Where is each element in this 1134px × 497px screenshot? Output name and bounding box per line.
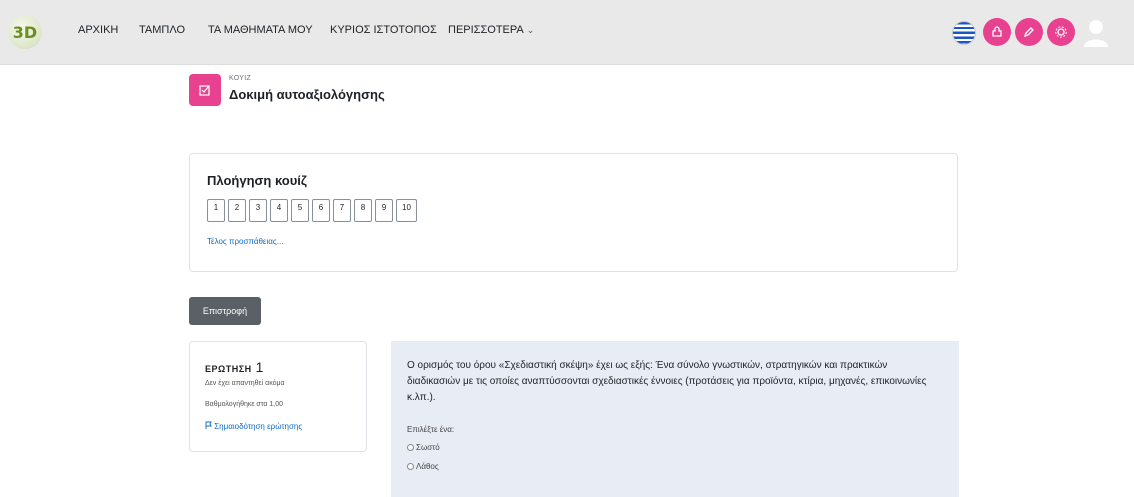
nav-item-more[interactable]: ΠΕΡΙΣΣΟΤΕΡΑ ⌄ — [448, 24, 534, 36]
question-state: Δεν έχει απαντηθεί ακόμα — [205, 380, 285, 387]
nav-item-dashboard[interactable]: ΤΑΜΠΛΟ — [139, 24, 185, 36]
radio-true[interactable] — [407, 444, 414, 451]
nav-item-main-site[interactable]: ΚΥΡΙΟΣ ΙΣΤΟΤΟΠΟΣ — [330, 24, 437, 36]
question-info-box: ΕΡΩΤΗΣΗ 1 Δεν έχει απαντηθεί ακόμα Βαθμολ… — [189, 341, 367, 452]
question-button-3[interactable]: 3 — [249, 199, 267, 222]
site-logo[interactable]: 3D — [8, 15, 42, 49]
question-number: ΕΡΩΤΗΣΗ 1 — [205, 359, 264, 375]
answer-option-false-label: Λάθος — [416, 462, 439, 471]
question-button-9[interactable]: 9 — [375, 199, 393, 222]
answer-option-true[interactable]: Σωστό — [407, 443, 440, 452]
quiz-navigation-block: Πλοήγηση κουίζ 1 2 3 4 5 6 7 8 9 10 Τέλο… — [189, 153, 958, 272]
question-button-6[interactable]: 6 — [312, 199, 330, 222]
question-button-5[interactable]: 5 — [291, 199, 309, 222]
question-text: Ο ορισμός του όρου «Σχεδιαστική σκέψη» έ… — [407, 360, 927, 403]
flag-question-label: Σημαιοδότηση ερώτησης — [214, 422, 303, 431]
activity-type-label: ΚΟΥΙΖ — [229, 75, 252, 82]
nav-item-my-courses[interactable]: ΤΑ ΜΑΘΗΜΑΤΑ ΜΟΥ — [208, 24, 313, 36]
flag-icon — [205, 421, 212, 429]
question-button-4[interactable]: 4 — [270, 199, 288, 222]
question-label: ΕΡΩΤΗΣΗ — [205, 364, 252, 374]
page-title: Δοκιμή αυτοαξιολόγησης — [229, 87, 385, 102]
flag-greece-icon[interactable] — [952, 21, 976, 45]
radio-false[interactable] — [407, 463, 414, 470]
plugin-icon[interactable] — [983, 18, 1011, 46]
answer-option-true-label: Σωστό — [416, 443, 440, 452]
edit-icon[interactable] — [1015, 18, 1043, 46]
question-button-7[interactable]: 7 — [333, 199, 351, 222]
logo-text: 3D — [12, 22, 38, 42]
question-content: Ο ορισμός του όρου «Σχεδιαστική σκέψη» έ… — [391, 341, 959, 497]
quiz-navigation-title: Πλοήγηση κουίζ — [207, 173, 307, 188]
answer-prompt: Επιλέξτε ένα: — [407, 425, 455, 434]
answer-option-false[interactable]: Λάθος — [407, 462, 439, 471]
chevron-down-icon: ⌄ — [526, 25, 535, 35]
user-avatar-icon[interactable] — [1081, 17, 1111, 47]
back-button[interactable]: Επιστροφή — [189, 297, 261, 325]
nav-item-more-label: ΠΕΡΙΣΣΟΤΕΡΑ — [448, 24, 524, 36]
question-number-value: 1 — [255, 359, 264, 375]
question-buttons: 1 2 3 4 5 6 7 8 9 10 — [207, 199, 417, 222]
question-button-2[interactable]: 2 — [228, 199, 246, 222]
settings-icon[interactable] — [1047, 18, 1075, 46]
question-button-10[interactable]: 10 — [396, 199, 417, 222]
question-button-1[interactable]: 1 — [207, 199, 225, 222]
quiz-icon — [189, 74, 221, 106]
flag-question-link[interactable]: Σημαιοδότηση ερώτησης — [205, 421, 302, 431]
question-grade: Βαθμολογήθηκε στα 1,00 — [205, 401, 284, 408]
question-button-8[interactable]: 8 — [354, 199, 372, 222]
nav-item-home[interactable]: ΑΡΧΙΚΗ — [78, 24, 118, 36]
top-navbar: 3D ΑΡΧΙΚΗ ΤΑΜΠΛΟ ΤΑ ΜΑΘΗΜΑΤΑ ΜΟΥ ΚΥΡΙΟΣ … — [0, 0, 1134, 65]
finish-attempt-link[interactable]: Τέλος προσπάθειας... — [207, 237, 283, 246]
